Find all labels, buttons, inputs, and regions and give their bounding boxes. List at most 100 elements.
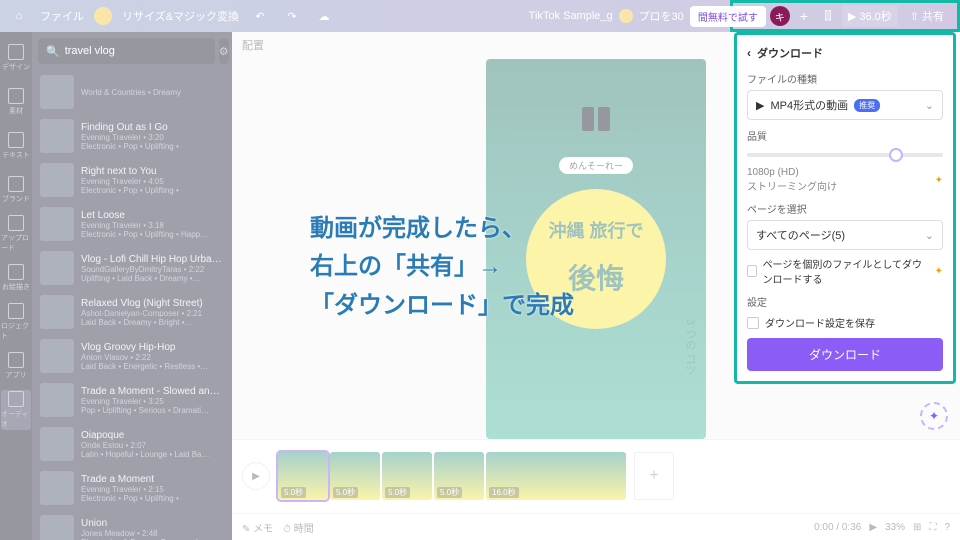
track-tags: Latin • Hopeful • Lounge • Laid Ba…	[81, 450, 224, 459]
analytics-icon[interactable]: ⫿⫿	[818, 6, 838, 26]
play-icon[interactable]: ▶	[869, 522, 877, 533]
clip[interactable]: 5.0秒	[330, 452, 380, 500]
zoom-display[interactable]: 33%	[885, 522, 905, 533]
file-menu[interactable]: ファイル	[40, 8, 84, 24]
settings-label: 設定	[747, 294, 943, 309]
track-artist: World & Countries • Dreamy	[81, 88, 224, 97]
clip[interactable]: 5.0秒	[382, 452, 432, 500]
track-item[interactable]: UnionJones Meadow • 2:48Electronica & Da…	[32, 510, 232, 540]
track-thumb	[40, 295, 74, 329]
play-button[interactable]: ▶	[242, 462, 270, 490]
sidebar-item-draw[interactable]: お絵描き	[1, 258, 31, 298]
time-display: 0:00 / 0:36	[814, 522, 861, 533]
resize-menu[interactable]: リサイズ&マジック変換	[122, 8, 239, 24]
filter-button[interactable]: ⚙	[219, 38, 229, 64]
sidebar-item-upload[interactable]: アップロード	[1, 214, 31, 254]
track-item[interactable]: Relaxed Vlog (Night Street)Ashot-Daniely…	[32, 290, 232, 334]
track-item[interactable]: Right next to YouEvening Traveler • 4:05…	[32, 158, 232, 202]
clip-length: 16.0秒	[489, 487, 519, 498]
track-title: Vlog - Lofi Chill Hip Hop Urban ...	[81, 254, 224, 265]
instruction-overlay: 動画が完成したら、 右上の「共有」→ 「ダウンロード」で完成	[310, 210, 574, 325]
ai-fab-button[interactable]: ✦	[920, 402, 948, 430]
clip-length: 5.0秒	[281, 487, 306, 498]
avatar[interactable]: キ	[770, 6, 790, 26]
audio-panel: 🔍 ⚙ World & Countries • Dreamy Finding Ou…	[32, 32, 232, 540]
track-thumb	[40, 163, 74, 197]
track-item[interactable]: Let LooseEvening Traveler • 3:18Electron…	[32, 202, 232, 246]
left-rail: デザイン 素材 テキスト ブランド アップロード お絵描き ロジェクト アプリ …	[0, 32, 32, 540]
quality-sub: ストリーミング向け	[747, 178, 837, 193]
track-title: Trade a Moment - Slowed and ...	[81, 386, 224, 397]
quality-slider[interactable]	[747, 153, 943, 157]
bottombar: ✎ メモ ⏱ 時間 0:00 / 0:36 ▶ 33% ⊞ ⛶ ?	[232, 513, 960, 540]
track-artist: SoundGalleryByDmitryTaras • 2:22	[81, 265, 224, 274]
save-settings-checkbox[interactable]	[747, 317, 759, 329]
sidebar-item-design[interactable]: デザイン	[1, 38, 31, 78]
back-button[interactable]: ‹	[747, 46, 751, 60]
home-icon[interactable]: ⌂	[8, 5, 30, 27]
track-thumb	[40, 207, 74, 241]
track-title: Relaxed Vlog (Night Street)	[81, 298, 224, 309]
undo-icon[interactable]: ↶	[249, 5, 271, 27]
track-tags: Electronic • Pop • Uplifting •	[81, 142, 224, 151]
recommended-badge: 推奨	[854, 99, 880, 112]
track-title: Let Loose	[81, 210, 224, 221]
pro-label: プロを30	[639, 8, 684, 24]
filetype-select[interactable]: ▶ MP4形式の動画 推奨 ⌄	[747, 90, 943, 120]
download-panel: ‹ ダウンロード ファイルの種類 ▶ MP4形式の動画 推奨 ⌄ 品質 1080…	[734, 32, 956, 384]
track-item[interactable]: Finding Out as I GoEvening Traveler • 3:…	[32, 114, 232, 158]
video-icon: ▶	[756, 99, 764, 112]
sidebar-item-apps[interactable]: アプリ	[1, 346, 31, 386]
separate-checkbox[interactable]	[747, 265, 757, 277]
sidebar-item-brand[interactable]: ブランド	[1, 170, 31, 210]
track-tags: Pop • Uplifting • Serious • Dramati…	[81, 406, 224, 415]
pages-select[interactable]: すべてのページ(5) ⌄	[747, 220, 943, 250]
track-thumb	[40, 471, 74, 505]
clip[interactable]: 5.0秒	[278, 452, 328, 500]
search-input[interactable]	[65, 45, 207, 57]
track-tags: Electronic • Pop • Uplifting • Happ…	[81, 230, 224, 239]
track-item[interactable]: Trade a MomentEvening Traveler • 2:15Ele…	[32, 466, 232, 510]
track-item[interactable]: Vlog Groovy Hip-HopAnton Vlasov • 2:22La…	[32, 334, 232, 378]
memo-button[interactable]: ✎ メモ	[242, 520, 273, 535]
track-artist: Evening Traveler • 3:18	[81, 221, 224, 230]
expand-icon[interactable]: ⛶	[929, 522, 936, 533]
track-thumb	[40, 515, 74, 540]
clip[interactable]: 5.0秒	[434, 452, 484, 500]
redo-icon[interactable]: ↷	[281, 5, 303, 27]
track-artist: Ashot-Danielyan-Composer • 2:21	[81, 309, 224, 318]
track-title: Finding Out as I Go	[81, 122, 224, 133]
project-title[interactable]: TikTok Sample_g	[529, 10, 613, 22]
track-item[interactable]: Trade a Moment - Slowed and ...Evening T…	[32, 378, 232, 422]
track-thumb	[40, 251, 74, 285]
track-tags: Electronic • Pop • Uplifting •	[81, 494, 224, 503]
add-member-button[interactable]: +	[794, 6, 814, 26]
help-icon[interactable]: ?	[944, 522, 950, 533]
try-free-button[interactable]: 間無料で試す	[690, 6, 766, 27]
track-item[interactable]: OiapoqueOnde Estou • 2:07Latin • Hopeful…	[32, 422, 232, 466]
track-item[interactable]: Vlog - Lofi Chill Hip Hop Urban ...Sound…	[32, 246, 232, 290]
pages-label: ページを選択	[747, 201, 943, 216]
download-button[interactable]: ダウンロード	[747, 338, 943, 371]
add-clip-button[interactable]: +	[634, 452, 674, 500]
track-artist: Anton Vlasov • 2:22	[81, 353, 224, 362]
sidebar-item-projects[interactable]: ロジェクト	[1, 302, 31, 342]
crown-icon	[94, 7, 112, 25]
clip-length: 5.0秒	[333, 487, 358, 498]
track-item[interactable]: World & Countries • Dreamy	[32, 70, 232, 114]
share-button[interactable]: ⇧ 共有	[902, 5, 952, 27]
clip[interactable]: 16.0秒	[486, 452, 626, 500]
track-tags: Laid Back • Energetic • Restless •…	[81, 362, 224, 371]
search-box[interactable]: 🔍	[38, 38, 215, 64]
crown-icon-2	[619, 9, 633, 23]
download-title: ダウンロード	[757, 45, 823, 61]
duration-button[interactable]: ▶ 36.0秒	[842, 5, 898, 27]
sidebar-item-elements[interactable]: 素材	[1, 82, 31, 122]
sidebar-item-text[interactable]: テキスト	[1, 126, 31, 166]
track-title: Vlog Groovy Hip-Hop	[81, 342, 224, 353]
chevron-down-icon: ⌄	[925, 229, 934, 242]
duration-toggle[interactable]: ⏱ 時間	[283, 520, 314, 535]
grid-icon[interactable]: ⊞	[913, 522, 921, 533]
cloud-icon: ☁	[313, 5, 335, 27]
sidebar-item-audio[interactable]: オーディオ	[1, 390, 31, 430]
